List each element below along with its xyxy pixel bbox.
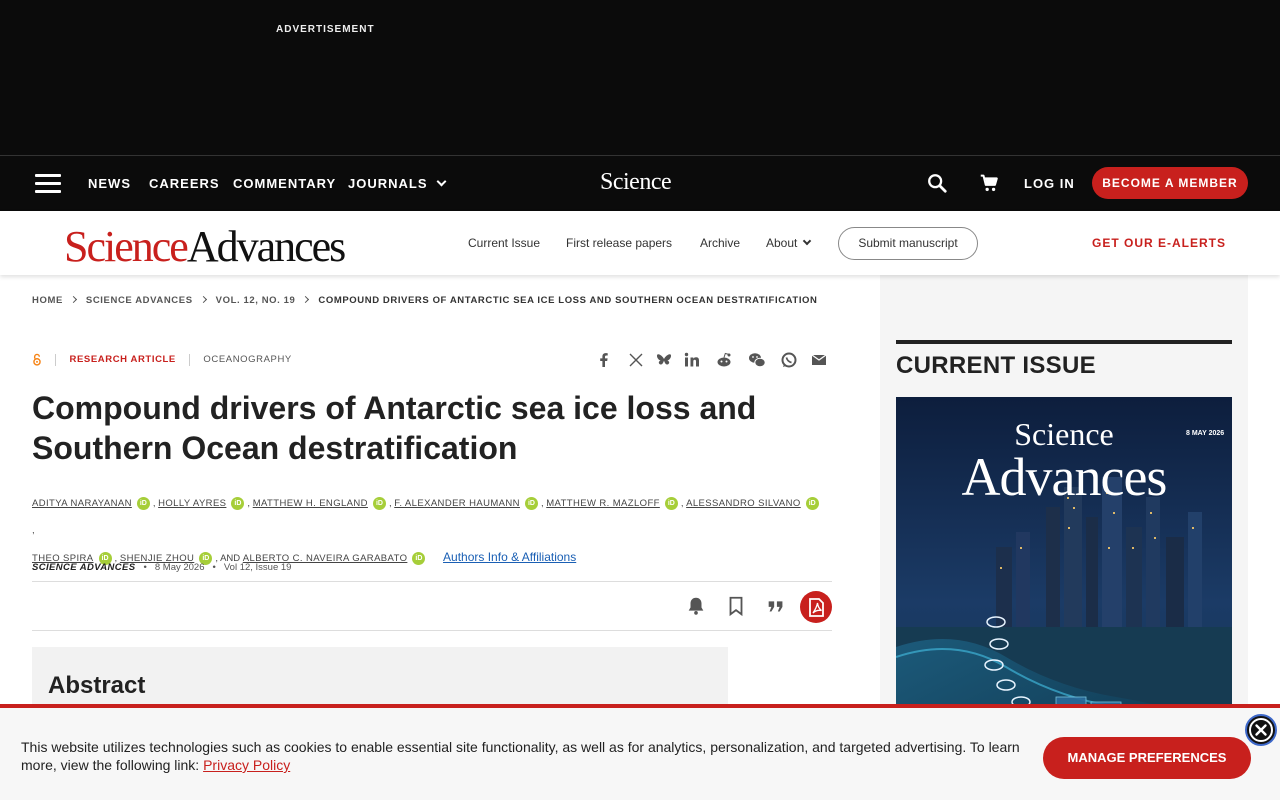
submit-manuscript-button[interactable]: Submit manuscript — [838, 227, 978, 260]
orcid-icon[interactable]: iD — [136, 496, 150, 510]
orcid-icon[interactable]: iD — [805, 496, 819, 510]
nav-journals-label: JOURNALS — [348, 176, 428, 191]
nav-commentary[interactable]: COMMENTARY — [233, 176, 336, 191]
bullet: • — [143, 562, 147, 573]
breadcrumb-journal[interactable]: SCIENCE ADVANCES — [86, 295, 193, 306]
author-link[interactable]: Matthew H. England — [253, 498, 368, 509]
bullet: • — [212, 562, 216, 573]
science-logo[interactable]: Science — [600, 169, 672, 196]
subnav-archive[interactable]: Archive — [700, 236, 740, 250]
author-link[interactable]: Alessandro Silvano — [686, 498, 801, 509]
whatsapp-icon[interactable] — [780, 351, 798, 369]
chevron-right-icon — [69, 295, 77, 304]
become-member-button[interactable]: BECOME A MEMBER — [1092, 167, 1248, 199]
volume-issue[interactable]: Vol 12, Issue 19 — [224, 562, 292, 573]
journal-name[interactable]: SCIENCE ADVANCES — [32, 562, 136, 573]
breadcrumb-current: COMPOUND DRIVERS OF ANTARCTIC SEA ICE LO… — [318, 295, 818, 306]
top-navigation: NEWS CAREERS COMMENTARY JOURNALS Science… — [0, 155, 1280, 211]
bluesky-icon[interactable] — [655, 351, 673, 369]
nav-news[interactable]: NEWS — [88, 176, 131, 191]
privacy-policy-link[interactable]: Privacy Policy — [203, 757, 290, 773]
quote-icon[interactable] — [765, 595, 787, 617]
manage-preferences-button[interactable]: MANAGE PREFERENCES — [1043, 737, 1251, 779]
subnav-first-release[interactable]: First release papers — [566, 236, 672, 250]
divider — [55, 353, 57, 366]
open-access-icon — [33, 353, 41, 366]
advertisement-banner: ADVERTISEMENT — [0, 0, 1280, 155]
reddit-icon[interactable] — [715, 351, 733, 369]
article-title: Compound drivers of Antarctic sea ice lo… — [32, 390, 757, 466]
author-list: Aditya Narayanan iD, Holly Ayres iD, Matth… — [32, 490, 822, 572]
subnav-current-issue[interactable]: Current Issue — [468, 236, 540, 250]
publication-info: SCIENCE ADVANCES • 8 May 2026 • Vol 12, Issu… — [32, 562, 291, 573]
authors-info-link[interactable]: Authors Info & Affiliations — [443, 550, 576, 564]
cookie-message: This website utilizes technologies such … — [21, 738, 1031, 774]
wechat-icon[interactable] — [748, 351, 766, 369]
journal-navigation: ScienceAdvances Current Issue First rele… — [0, 211, 1280, 275]
orcid-icon[interactable]: iD — [372, 496, 386, 510]
chevron-down-icon — [436, 176, 446, 187]
facebook-icon[interactable] — [595, 351, 613, 369]
author-link[interactable]: F. Alexander Haumann — [394, 498, 520, 509]
email-icon[interactable] — [810, 351, 828, 369]
breadcrumb: HOME SCIENCE ADVANCES VOL. 12, NO. 19 COMPO… — [32, 295, 818, 306]
nav-careers[interactable]: CAREERS — [149, 176, 220, 191]
author-link[interactable]: Aditya Narayanan — [32, 498, 132, 509]
logo-advances-text: Advances — [186, 222, 346, 271]
chevron-right-icon — [199, 295, 207, 304]
article-subject[interactable]: OCEANOGRAPHY — [203, 354, 292, 365]
breadcrumb-issue[interactable]: VOL. 12, NO. 19 — [216, 295, 296, 306]
divider — [189, 353, 191, 366]
e-alerts-link[interactable]: GET OUR E-ALERTS — [1092, 236, 1226, 250]
orcid-icon[interactable]: iD — [412, 551, 426, 565]
cookie-text: This website utilizes technologies such … — [21, 739, 1020, 773]
science-advances-logo[interactable]: ScienceAdvances — [64, 221, 346, 272]
publication-date: 8 May 2026 — [154, 562, 205, 573]
advertisement-label: ADVERTISEMENT — [276, 24, 375, 35]
subnav-about[interactable]: About — [766, 236, 812, 250]
author-link[interactable]: Holly Ayres — [158, 498, 226, 509]
chevron-down-icon — [803, 236, 812, 246]
breadcrumb-home[interactable]: HOME — [32, 295, 63, 306]
linkedin-icon[interactable] — [683, 351, 701, 369]
x-twitter-icon[interactable] — [627, 351, 645, 369]
cookie-banner: This website utilizes technologies such … — [0, 704, 1280, 800]
login-link[interactable]: LOG IN — [1024, 176, 1075, 191]
bell-icon[interactable] — [685, 595, 707, 617]
pdf-icon — [809, 598, 824, 617]
article-toolbar — [32, 581, 832, 631]
orcid-icon[interactable]: iD — [524, 496, 538, 510]
article-meta: RESEARCH ARTICLE OCEANOGRAPHY — [32, 353, 292, 369]
orcid-icon[interactable]: iD — [664, 496, 678, 510]
search-icon[interactable] — [926, 172, 948, 194]
divider — [896, 340, 1232, 344]
logo-science-text: Science — [64, 222, 189, 271]
pdf-download-button[interactable] — [800, 591, 832, 623]
orcid-icon[interactable]: iD — [231, 496, 245, 510]
close-banner-button[interactable] — [1245, 714, 1277, 746]
author-link[interactable]: Matthew R. Mazloff — [546, 498, 660, 509]
current-issue-heading: CURRENT ISSUE — [896, 352, 1096, 379]
subnav-about-label: About — [766, 236, 798, 250]
cover-date: 8 MAY 2026 — [1186, 430, 1224, 437]
cart-icon[interactable] — [978, 172, 1000, 194]
close-icon — [1249, 718, 1273, 742]
menu-icon[interactable] — [35, 174, 61, 194]
article-type[interactable]: RESEARCH ARTICLE — [70, 354, 176, 365]
abstract-heading: Abstract — [48, 672, 146, 699]
cover-title-advances: Advances — [962, 447, 1167, 507]
bookmark-icon[interactable] — [725, 595, 747, 617]
nav-journals[interactable]: JOURNALS — [348, 176, 446, 191]
chevron-right-icon — [302, 295, 310, 304]
